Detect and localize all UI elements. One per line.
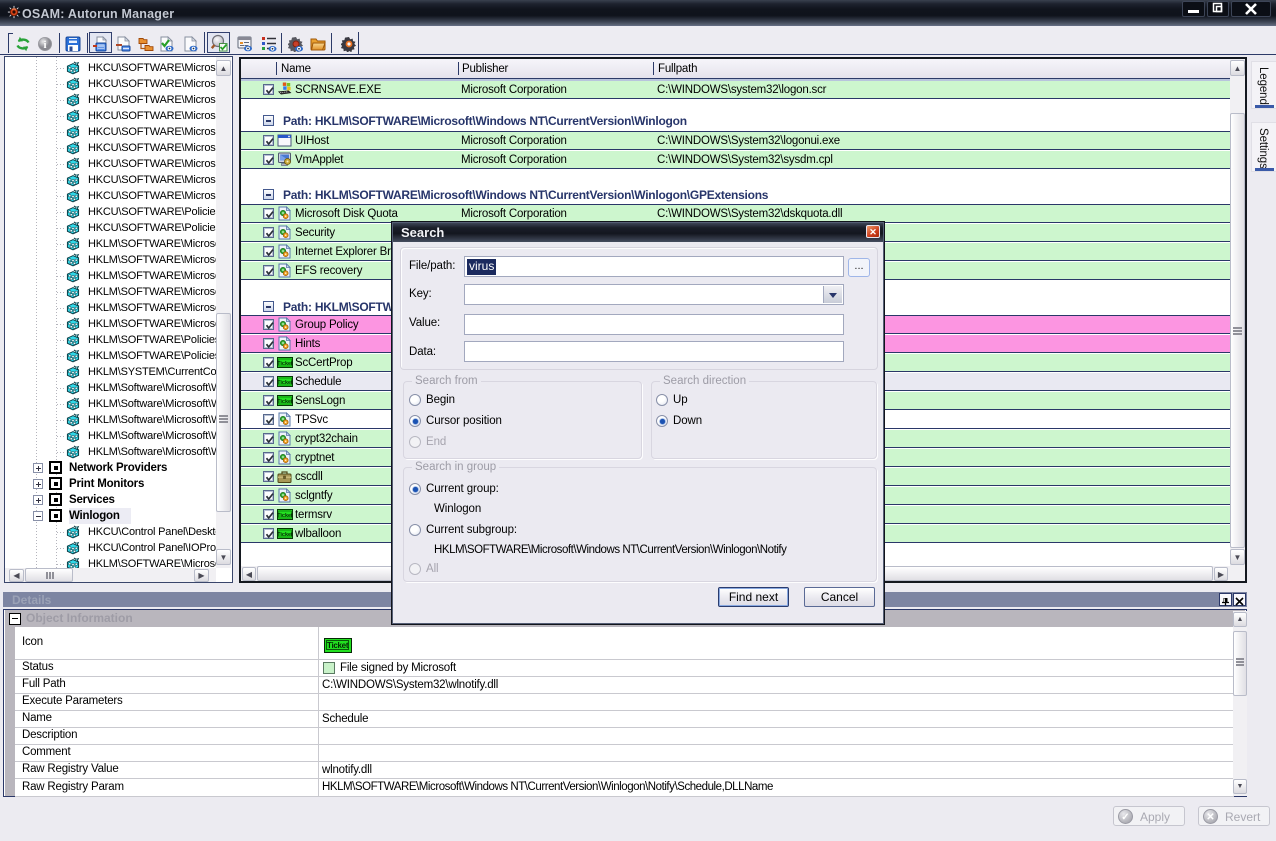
svg-text:i: i: [43, 39, 46, 51]
